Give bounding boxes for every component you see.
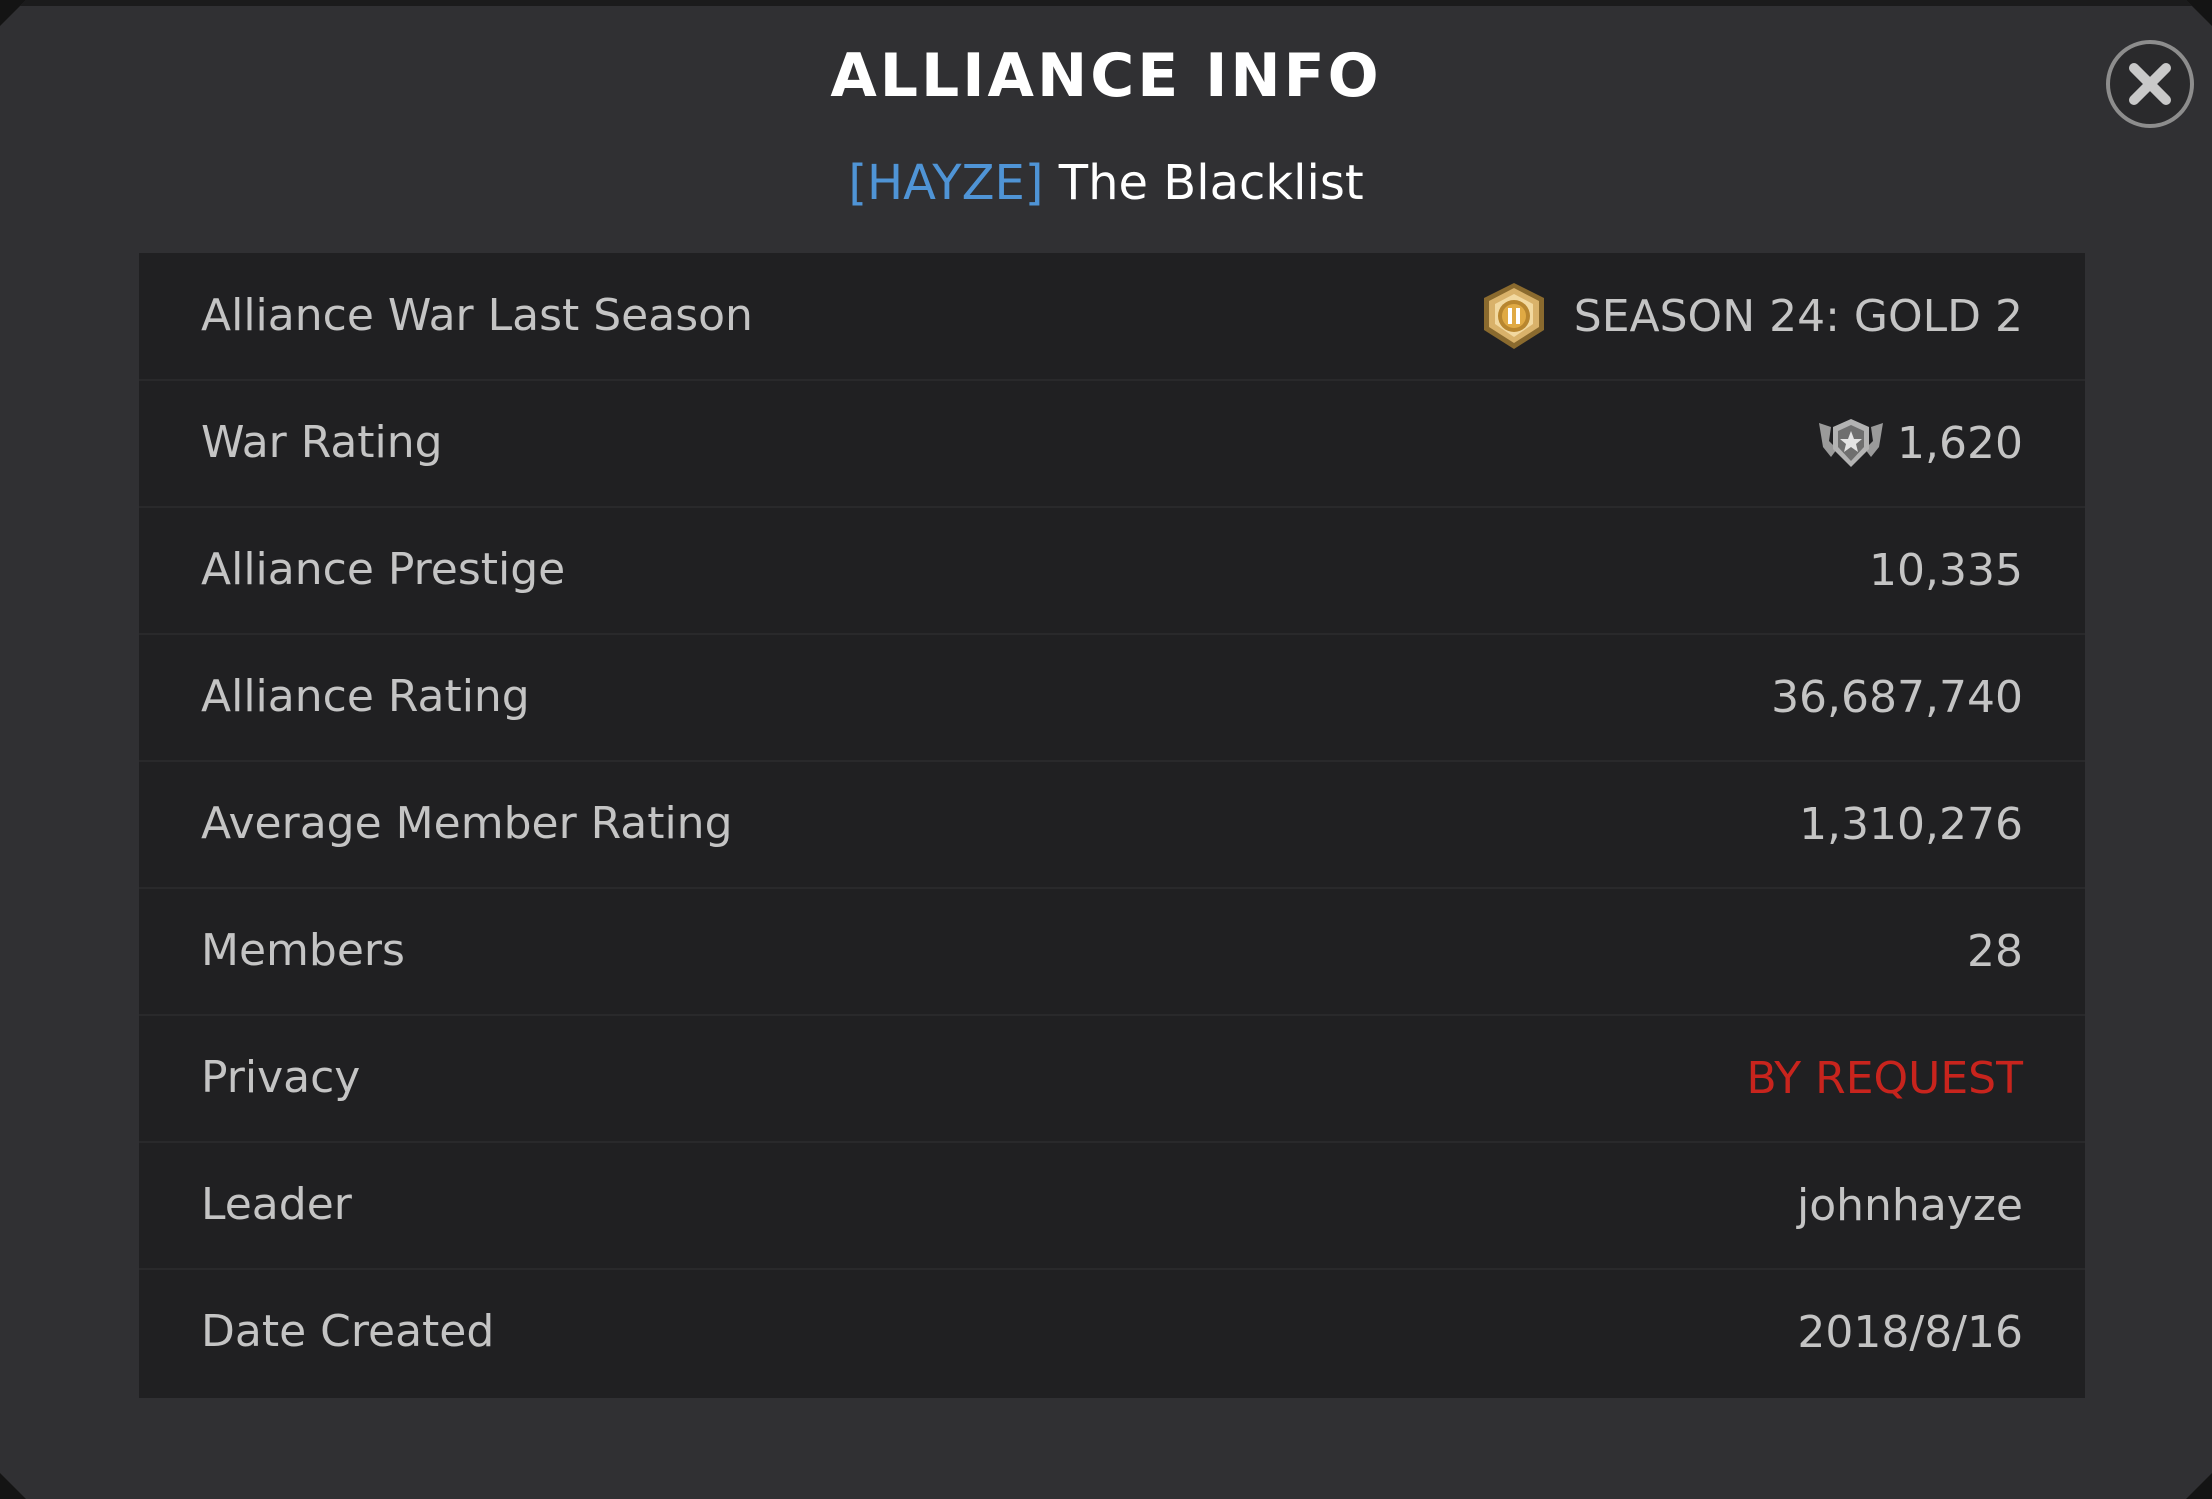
row-label: Alliance Prestige	[201, 544, 566, 595]
row-leader: Leader johnhayze	[139, 1142, 2085, 1270]
row-alliance-war-last-season: Alliance War Last Season SEASON 24: GOLD…	[139, 253, 2085, 381]
row-value: 1,310,276	[1799, 798, 2023, 850]
row-date-created: Date Created 2018/8/16	[139, 1269, 2085, 1395]
row-members: Members 28	[139, 888, 2085, 1016]
row-label: War Rating	[201, 417, 443, 468]
close-button[interactable]	[2106, 40, 2194, 128]
season-value: SEASON 24: GOLD 2	[1573, 290, 2023, 342]
row-privacy: Privacy BY REQUEST	[139, 1015, 2085, 1143]
leader-value[interactable]: johnhayze	[1797, 1142, 2023, 1268]
privacy-value: BY REQUEST	[1746, 1052, 2023, 1104]
row-value: 10,335	[1869, 544, 2023, 596]
row-label: Date Created	[201, 1306, 495, 1357]
row-label: Leader	[201, 1179, 352, 1230]
war-rating-shield-icon	[1817, 417, 1885, 469]
alliance-name-line: [HAYZE] The Blacklist	[0, 148, 2212, 218]
war-rating-value: 1,620	[1897, 417, 2023, 469]
row-average-member-rating: Average Member Rating 1,310,276	[139, 761, 2085, 889]
close-x-icon	[2129, 63, 2171, 105]
alliance-info-modal: ALLIANCE INFO [HAYZE] The Blacklist Alli…	[0, 0, 2212, 1499]
alliance-stats-panel: Alliance War Last Season SEASON 24: GOLD…	[139, 253, 2085, 1398]
modal-title: ALLIANCE INFO	[830, 41, 1382, 111]
row-value: SEASON 24: GOLD 2	[1478, 253, 2023, 379]
row-label: Alliance Rating	[201, 671, 530, 722]
row-label: Members	[201, 925, 405, 976]
alliance-name: The Blacklist	[1058, 155, 1364, 211]
row-value: 2018/8/16	[1797, 1306, 2023, 1358]
row-value: 28	[1967, 925, 2023, 977]
row-alliance-rating: Alliance Rating 36,687,740	[139, 634, 2085, 762]
alliance-tag: [HAYZE]	[848, 155, 1044, 211]
row-war-rating: War Rating 1,620	[139, 380, 2085, 508]
row-label: Average Member Rating	[201, 798, 733, 849]
row-alliance-prestige: Alliance Prestige 10,335	[139, 507, 2085, 635]
row-label: Alliance War Last Season	[201, 290, 753, 341]
row-value: 1,620	[1817, 380, 2023, 506]
row-label: Privacy	[201, 1052, 361, 1103]
row-value: 36,687,740	[1771, 671, 2023, 723]
gold-2-badge-icon	[1478, 280, 1550, 352]
